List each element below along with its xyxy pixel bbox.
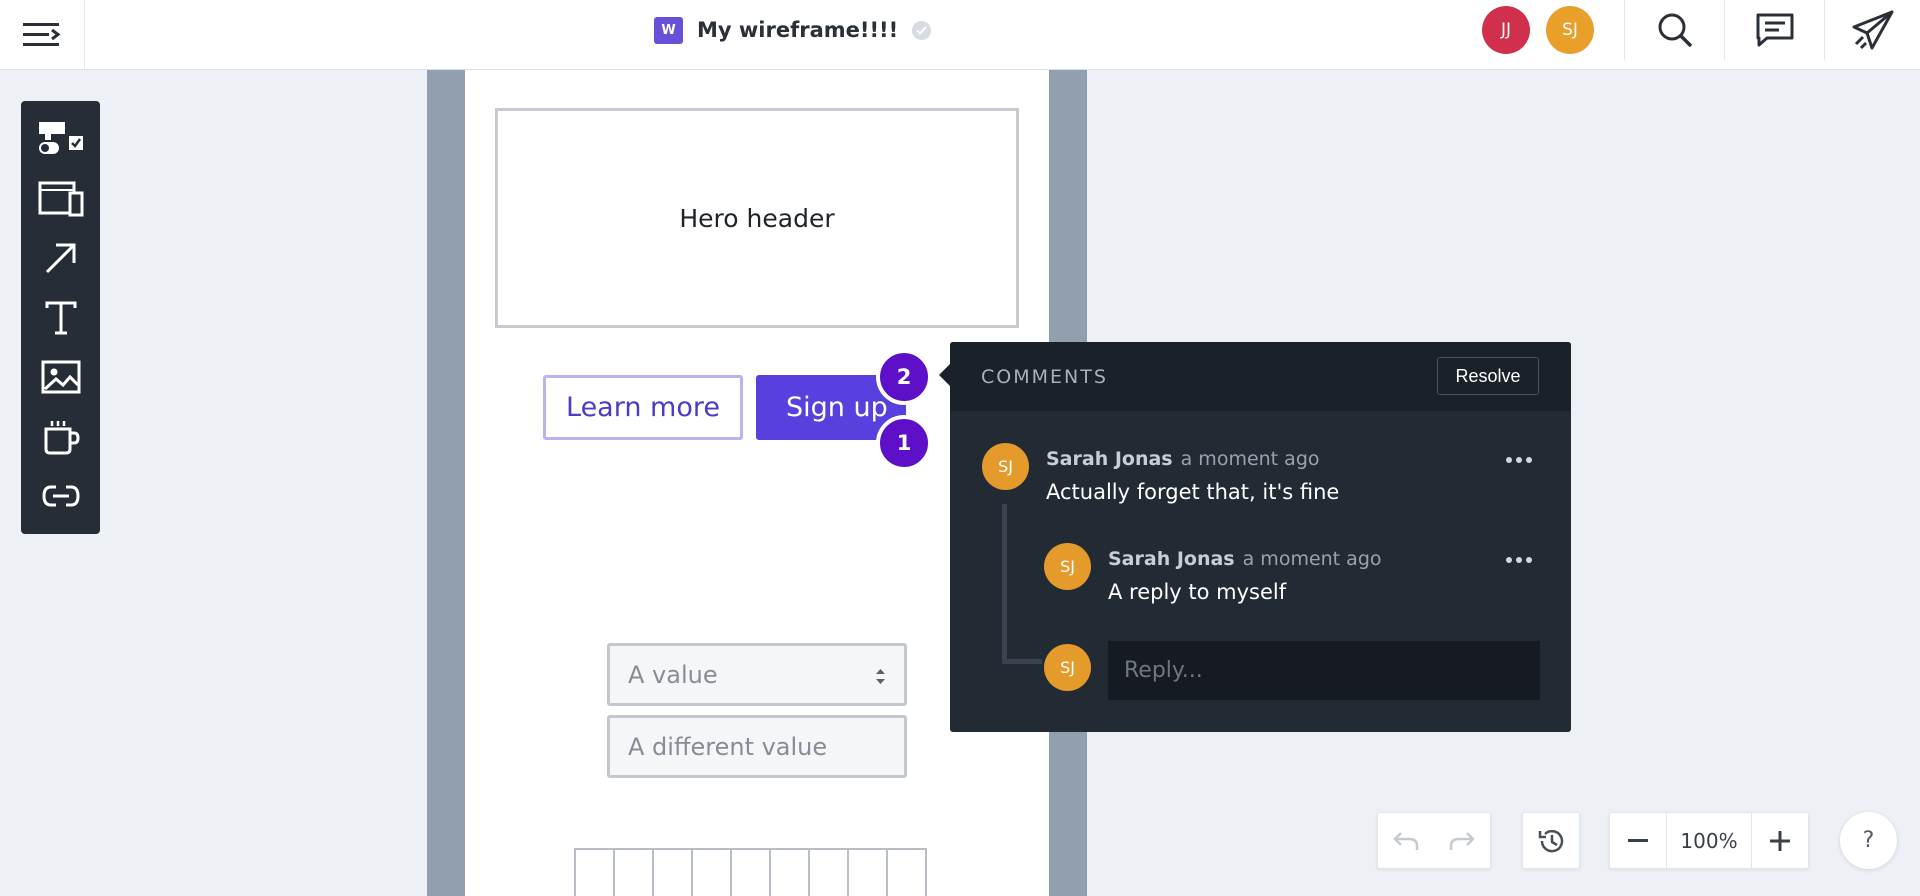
help-button[interactable]: ? (1840, 812, 1897, 869)
minus-icon (1628, 838, 1648, 842)
hero-header-box[interactable]: Hero header (495, 108, 1019, 328)
comment-pin-2[interactable]: 2 (876, 349, 932, 405)
grid-cell (730, 848, 771, 896)
components-tool[interactable] (21, 113, 100, 165)
grid-placeholder (574, 848, 927, 896)
saved-check-icon (912, 20, 932, 40)
comment-more-icon[interactable] (1506, 455, 1536, 465)
grid-cell (691, 848, 732, 896)
thread-line (1002, 504, 1007, 664)
image-tool[interactable] (21, 351, 100, 403)
plus-icon (1770, 830, 1790, 851)
comment-author: Sarah Jonas (1046, 448, 1173, 470)
reply-more-icon[interactable] (1506, 555, 1536, 565)
comment-avatar[interactable]: SJ (982, 443, 1029, 490)
image-icon (41, 360, 80, 394)
composer-avatar: SJ (1044, 644, 1091, 691)
comments-panel: COMMENTS Resolve SJ Sarah Jonas a moment … (939, 342, 1571, 732)
device-frames-tool[interactable] (21, 173, 100, 225)
document-badge: W (654, 16, 683, 44)
input-value: A different value (628, 732, 828, 761)
text-icon (45, 301, 76, 335)
grid-cell (808, 848, 849, 896)
comment-icon (1756, 13, 1793, 47)
paper-plane-icon (1852, 10, 1893, 50)
grid-cell (769, 848, 810, 896)
different-value-input[interactable]: A different value (607, 715, 907, 778)
value-select[interactable]: A value (607, 643, 907, 706)
menu-button[interactable] (0, 0, 85, 70)
comment-pin-1[interactable]: 1 (876, 415, 932, 471)
history-icon (1538, 829, 1564, 852)
comments-button[interactable] (1724, 0, 1824, 60)
grid-cell (652, 848, 693, 896)
select-value: A value (628, 660, 718, 689)
arrow-icon (45, 243, 75, 274)
device-frames-icon (38, 181, 83, 217)
zoom-out-button[interactable] (1610, 813, 1666, 868)
history-controls (1377, 812, 1491, 869)
undo-icon (1393, 831, 1419, 850)
redo-icon (1449, 831, 1475, 850)
reply-input[interactable] (1108, 641, 1540, 700)
comments-header: COMMENTS Resolve (950, 342, 1571, 411)
comment-time: a moment ago (1180, 448, 1320, 470)
text-tool[interactable] (21, 292, 100, 344)
grid-cell (847, 848, 888, 896)
version-history-button[interactable] (1523, 813, 1579, 868)
thread-hook (1002, 659, 1042, 664)
zoom-in-button[interactable] (1752, 813, 1808, 868)
comment-meta: Sarah Jonas a moment ago (1046, 448, 1320, 470)
grid-cell (886, 848, 927, 896)
arrow-tool[interactable] (21, 232, 100, 284)
grid-cell (613, 848, 654, 896)
grid-cell (574, 848, 615, 896)
resolve-button[interactable]: Resolve (1437, 357, 1539, 395)
zoom-level[interactable]: 100% (1666, 813, 1752, 868)
undo-button[interactable] (1378, 813, 1434, 868)
components-icon (38, 122, 83, 154)
reply-author: Sarah Jonas (1108, 548, 1235, 570)
top-bar: W My wireframe!!!! JJ SJ (0, 0, 1920, 70)
cup-tool[interactable] (21, 411, 100, 463)
link-icon (41, 485, 80, 507)
version-history-control (1522, 812, 1580, 869)
zoom-controls: 100% (1609, 812, 1809, 869)
link-tool[interactable] (21, 470, 100, 522)
avatar-jj[interactable]: JJ (1482, 6, 1530, 54)
comment-body: Actually forget that, it's fine (1046, 480, 1340, 504)
cup-icon (44, 421, 80, 455)
reply-body: A reply to myself (1108, 580, 1287, 604)
reply-time: a moment ago (1242, 548, 1382, 570)
document-title-area: W My wireframe!!!! (654, 0, 932, 60)
learn-more-button[interactable]: Learn more (543, 375, 743, 440)
redo-button[interactable] (1434, 813, 1490, 868)
search-icon (1658, 13, 1692, 48)
avatar-sj[interactable]: SJ (1546, 6, 1594, 54)
menu-icon (23, 23, 61, 46)
reply-meta: Sarah Jonas a moment ago (1108, 548, 1382, 570)
search-button[interactable] (1624, 0, 1724, 60)
select-arrows-icon (875, 668, 886, 685)
reply-avatar[interactable]: SJ (1044, 543, 1091, 590)
document-title[interactable]: My wireframe!!!! (697, 18, 898, 42)
comments-title: COMMENTS (981, 366, 1108, 388)
share-button[interactable] (1824, 0, 1920, 60)
tool-palette (21, 101, 100, 534)
